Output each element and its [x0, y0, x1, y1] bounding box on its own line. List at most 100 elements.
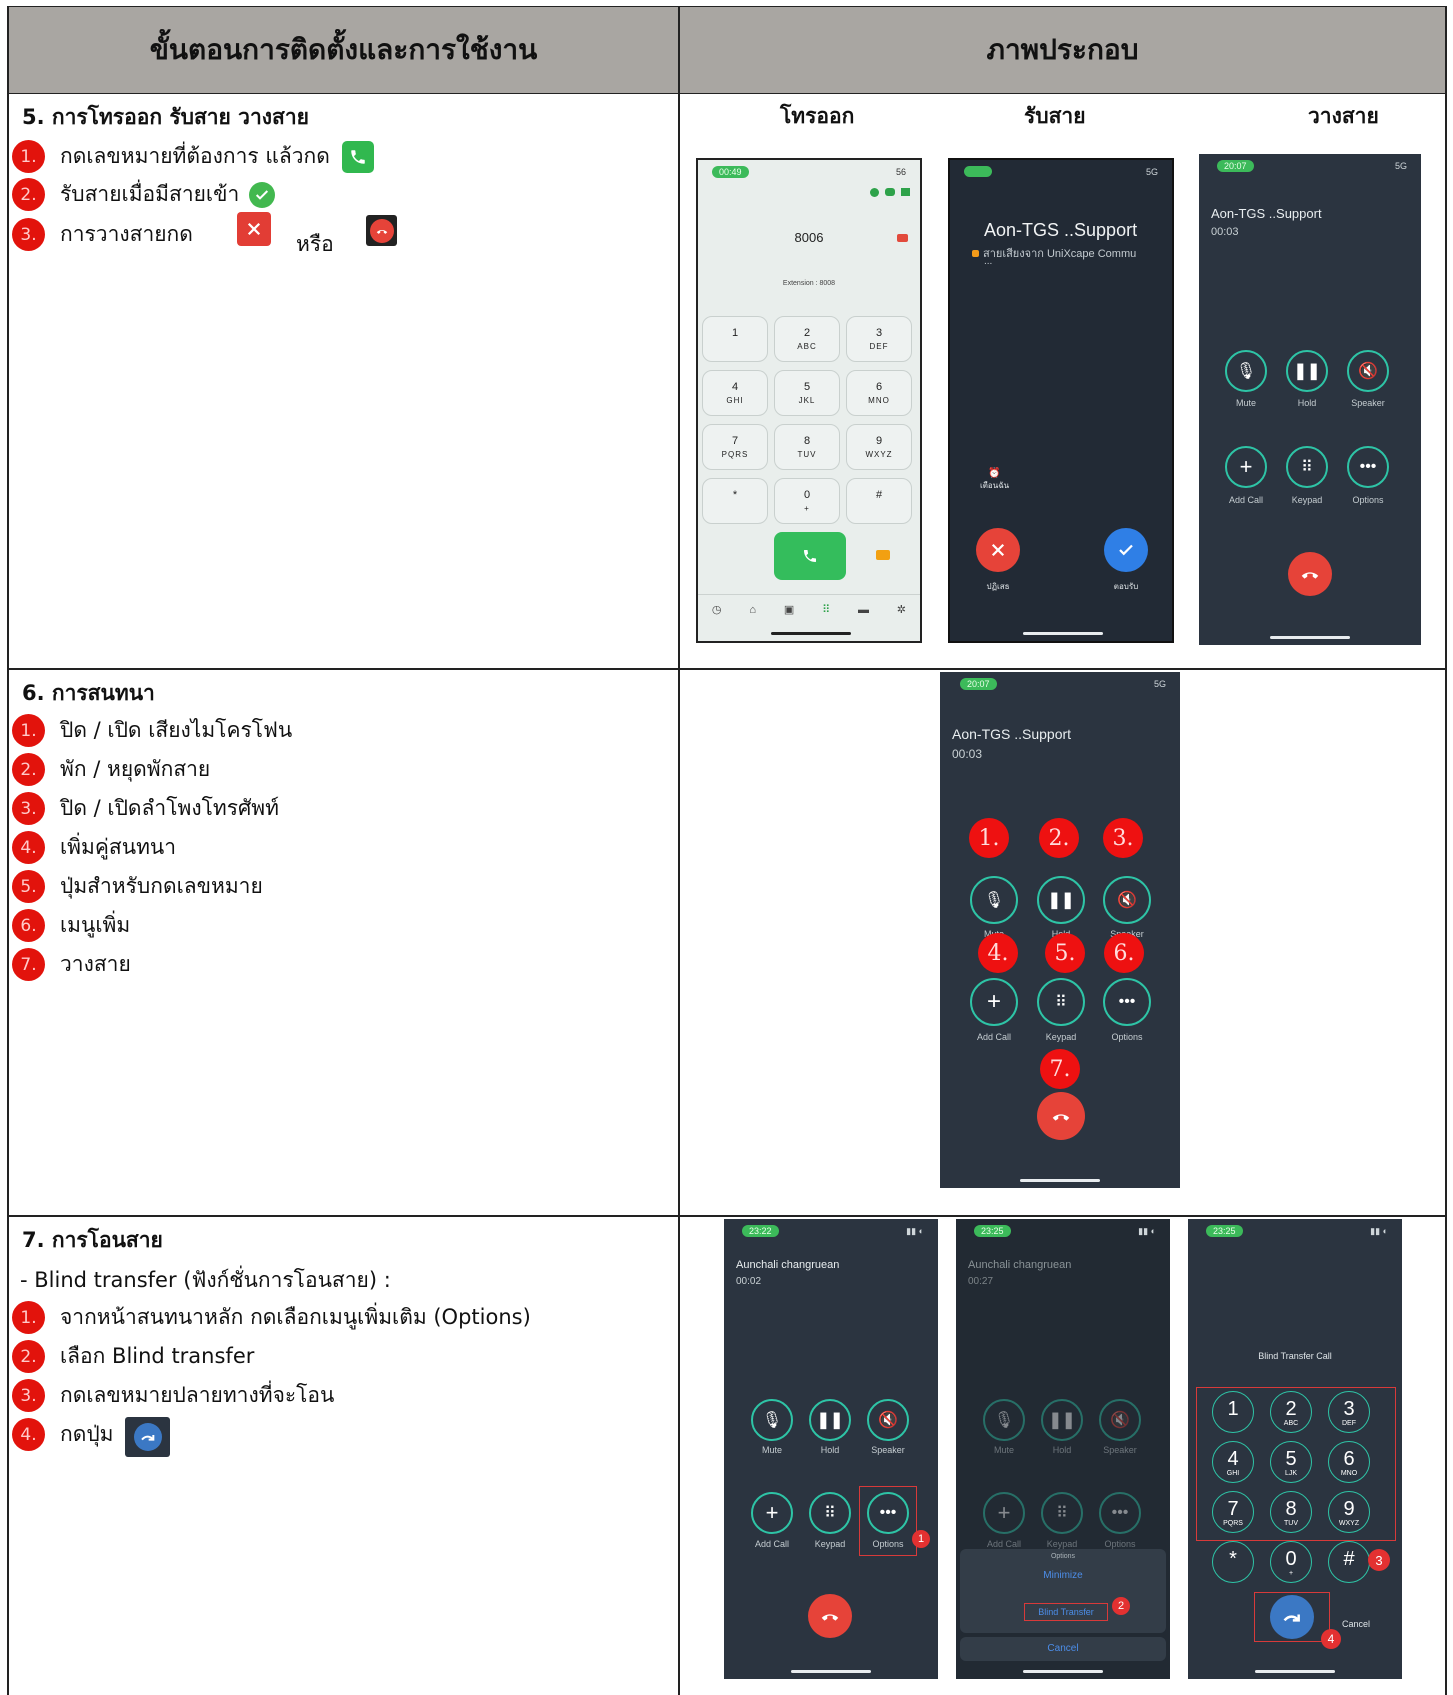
step-text: กดเลขหมายปลายทางที่จะโอน [60, 1383, 335, 1407]
transfer-cancel[interactable]: Cancel [1342, 1619, 1370, 1629]
close-icon [991, 543, 1005, 557]
options-highlight [859, 1486, 917, 1556]
dial-key[interactable]: 6 MNO [846, 370, 912, 416]
speaker-button[interactable]: 🔇 [1099, 1399, 1141, 1441]
caption-answer: รับสาย [1024, 104, 1086, 128]
transfer-dial-key[interactable]: # [1328, 1541, 1370, 1583]
mute-button[interactable]: 🎙 [970, 876, 1018, 924]
dial-key-digit: 9 [875, 435, 883, 447]
options-button[interactable]: ••• [1103, 978, 1151, 1026]
remind-me[interactable]: ⏰ เตือนฉัน [980, 468, 1009, 492]
decline-button[interactable] [976, 528, 1020, 572]
hangup-button[interactable] [808, 1594, 852, 1638]
dial-key[interactable]: 4 GHI [702, 370, 768, 416]
dial-key[interactable]: 5 JKL [774, 370, 840, 416]
transfer-button-icon [125, 1417, 170, 1457]
transfer-dial-key[interactable]: 6 MNO [1328, 1441, 1370, 1483]
callout-2: 2. [1039, 818, 1079, 858]
transfer-dial-key[interactable]: 0 + [1270, 1541, 1312, 1583]
step-text: เพิ่มคู่สนทนา [60, 835, 177, 859]
hold-button[interactable]: ❚❚ [1041, 1399, 1083, 1441]
dial-key[interactable]: 0 + [774, 478, 840, 524]
hangup-button[interactable] [1288, 552, 1332, 596]
status-pill [964, 166, 992, 177]
options-button[interactable]: ••• [1099, 1492, 1141, 1534]
dial-key[interactable]: 9 WXYZ [846, 424, 912, 470]
home-icon[interactable]: ⌂ [749, 604, 756, 616]
step-text: กดเลขหมายที่ต้องการ แล้วกด [60, 144, 330, 168]
status-signal-icon: ▮▮ ◐ [1138, 1226, 1156, 1236]
options-button[interactable]: ••• [1347, 446, 1389, 488]
dial-key[interactable]: 2 ABC [774, 316, 840, 362]
table-column-divider [678, 6, 680, 1695]
keypad-button[interactable]: ⠿ [1286, 446, 1328, 488]
transfer-arrow-icon [1283, 1614, 1300, 1622]
speaker-mute-icon: 🔇 [1358, 363, 1378, 380]
keypad-button[interactable]: ⠿ [1041, 1492, 1083, 1534]
hold-button[interactable]: ❚❚ [1286, 350, 1328, 392]
accept-check-icon [249, 181, 276, 208]
dial-key[interactable]: 8 TUV [774, 424, 840, 470]
dial-key-digit: 2 [803, 327, 811, 339]
home-indicator [1020, 1179, 1100, 1182]
transfer-dial-key[interactable]: 9 WXYZ [1328, 1491, 1370, 1533]
add-call-button[interactable]: + [983, 1492, 1025, 1534]
hangup-button[interactable] [1037, 1092, 1085, 1140]
s6-steps-item: 2. พัก / หยุดพักสาย [12, 753, 210, 786]
step-number: 7. [12, 948, 45, 981]
dial-key-letters: + [1288, 1570, 1294, 1577]
transfer-dial-key[interactable]: 7 PQRS [1212, 1491, 1254, 1533]
transfer-dial-key[interactable]: 5 LJK [1270, 1441, 1312, 1483]
dial-key-digit: 4 [731, 381, 739, 393]
transfer-dial-key[interactable]: 3 DEF [1328, 1391, 1370, 1433]
message-icon[interactable]: ▬ [858, 604, 869, 616]
keypad-icon[interactable]: ⠿ [822, 603, 830, 616]
transfer-dial-key[interactable]: 4 GHI [1212, 1441, 1254, 1483]
minimize-option[interactable]: Minimize [960, 1570, 1166, 1581]
history-icon[interactable]: ◷ [712, 603, 722, 616]
speaker-button[interactable]: 🔇 [1347, 350, 1389, 392]
accept-button[interactable] [1104, 528, 1148, 572]
transfer-dial-key[interactable]: 8 TUV [1270, 1491, 1312, 1533]
speaker-button[interactable]: 🔇 [867, 1399, 909, 1441]
video-call-icon[interactable] [876, 550, 890, 560]
call-button[interactable] [774, 532, 846, 580]
settings-gear-icon[interactable]: ✲ [897, 603, 906, 616]
chat-icon [901, 188, 910, 196]
step-number: 3. [12, 1379, 45, 1412]
hold-button[interactable]: ❚❚ [809, 1399, 851, 1441]
transfer-dial-key[interactable]: 1 [1212, 1391, 1254, 1433]
backspace-icon[interactable] [897, 234, 908, 242]
mute-button[interactable]: 🎙 [1225, 350, 1267, 392]
keypad-label: Keypad [1291, 495, 1323, 505]
hold-button[interactable]: ❚❚ [1037, 876, 1085, 924]
dial-key[interactable]: 1 [702, 316, 768, 362]
transfer-dial-key[interactable]: 2 ABC [1270, 1391, 1312, 1433]
speaker-button[interactable]: 🔇 [1103, 876, 1151, 924]
caption-hangup: วางสาย [1308, 104, 1379, 128]
keypad-button[interactable]: ⠿ [809, 1492, 851, 1534]
network-icon [870, 188, 879, 197]
mute-button[interactable]: 🎙 [983, 1399, 1025, 1441]
speaker-mute-icon: 🔇 [1110, 1412, 1130, 1429]
microphone-icon: 🎙 [1235, 363, 1257, 380]
phone-icon [804, 550, 816, 562]
transfer-call-button[interactable] [1270, 1595, 1314, 1639]
dial-key[interactable]: # [846, 478, 912, 524]
blind-transfer-option[interactable]: Blind Transfer [1024, 1603, 1108, 1621]
dial-key-digit: # [1343, 1548, 1355, 1570]
add-call-button[interactable]: + [970, 978, 1018, 1026]
dial-key[interactable]: * [702, 478, 768, 524]
mute-button[interactable]: 🎙 [751, 1399, 793, 1441]
callout-1: 1. [969, 818, 1009, 858]
keypad-button[interactable]: ⠿ [1037, 978, 1085, 1026]
dial-key[interactable]: 7 PQRS [702, 424, 768, 470]
add-call-button[interactable]: + [1225, 446, 1267, 488]
dial-key-digit: * [1229, 1548, 1237, 1570]
dial-key[interactable]: 3 DEF [846, 316, 912, 362]
add-call-button[interactable]: + [751, 1492, 793, 1534]
contacts-icon[interactable]: ▣ [784, 603, 794, 616]
transfer-dial-key[interactable]: * [1212, 1541, 1254, 1583]
options-cancel[interactable]: Cancel [960, 1637, 1166, 1661]
dialer-status-icons [870, 188, 910, 197]
